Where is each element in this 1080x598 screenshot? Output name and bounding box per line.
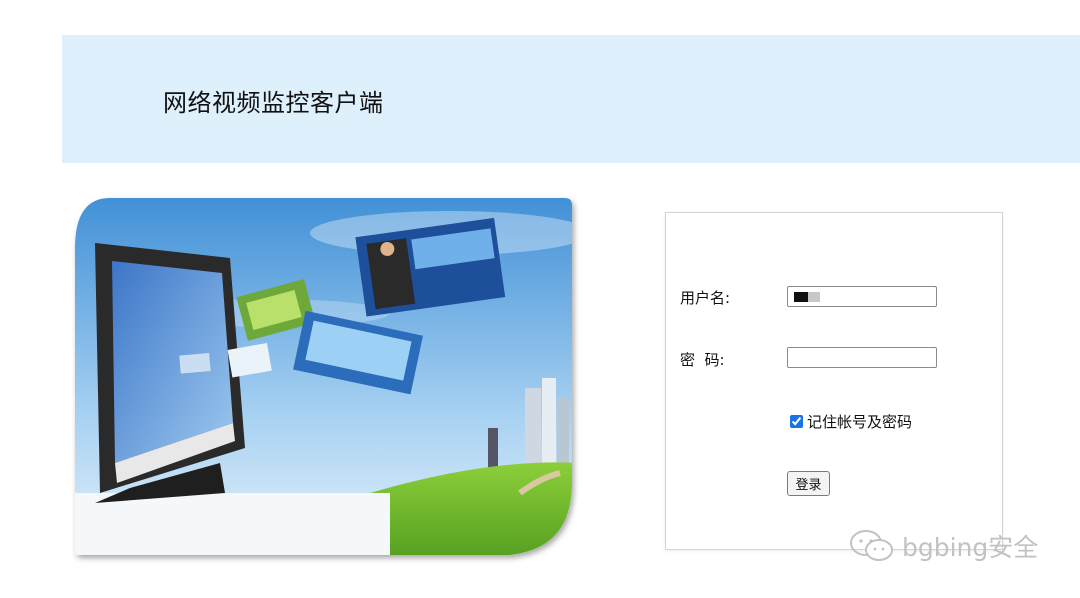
username-label: 用户名: [680,289,731,307]
remember-credentials[interactable]: 记住帐号及密码 [790,411,912,432]
hero-image [70,193,580,570]
username-input[interactable] [787,286,937,307]
page-title: 网络视频监控客户端 [163,89,384,117]
remember-label: 记住帐号及密码 [807,413,913,431]
login-panel: 用户名: 密 码: 记住帐号及密码 登录 [665,212,1003,550]
remember-checkbox[interactable] [790,415,803,428]
redacted-text [794,292,820,302]
header-banner: 网络视频监控客户端 [62,35,1080,163]
password-label: 密 码: [680,351,725,369]
hero-illustration [75,198,572,555]
login-button[interactable]: 登录 [787,471,830,496]
watermark-text: bgbing安全 [902,533,1039,562]
password-input[interactable] [787,347,937,368]
wechat-icon [850,530,893,561]
watermark: bgbing安全 [848,528,1038,564]
